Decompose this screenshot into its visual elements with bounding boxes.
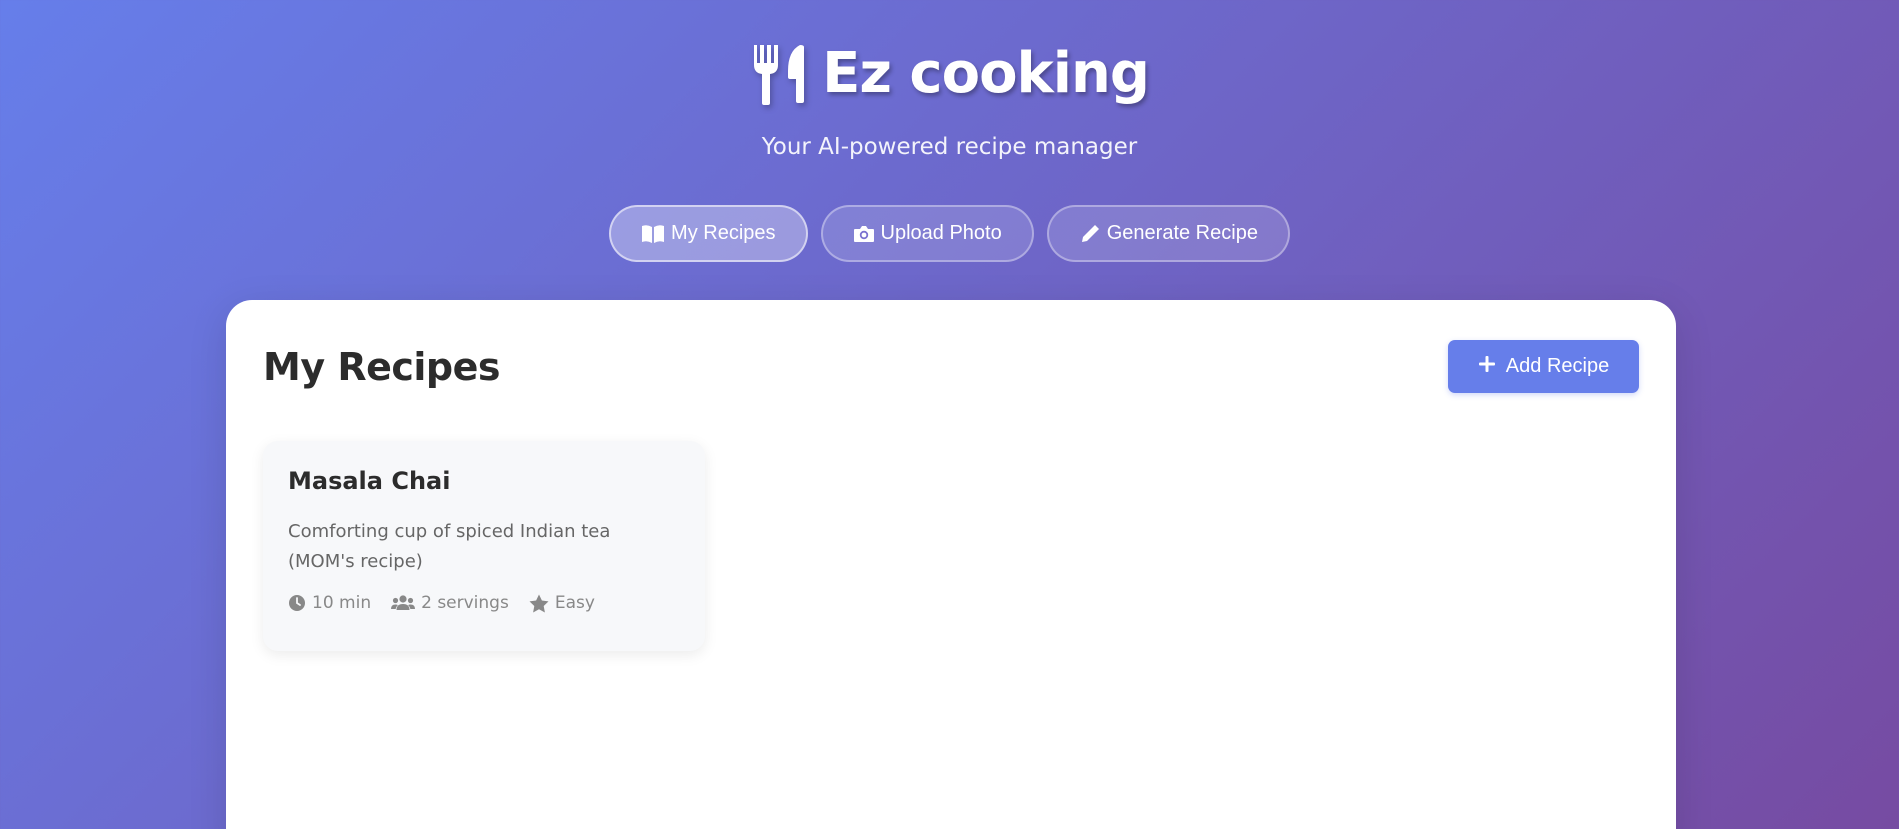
clock-icon [288,594,306,612]
recipe-meta: 10 min 2 servings Easy [288,593,680,613]
nav-upload-photo-label: Upload Photo [880,222,1002,244]
app-title-group: Ez cooking [0,34,1899,114]
plus-icon [1478,355,1496,379]
app-title: Ez cooking [822,41,1150,106]
app-tagline: Your AI-powered recipe manager [761,134,1138,160]
main-nav: My Recipes Upload Photo Generate Recipe [0,205,1899,262]
nav-generate-recipe-label: Generate Recipe [1106,222,1258,244]
recipe-servings-value: 2 servings [421,593,509,613]
add-recipe-button[interactable]: Add Recipe [1448,340,1639,393]
recipe-time: 10 min [288,593,371,613]
recipe-time-value: 10 min [312,593,372,613]
app-header: Ez cooking Your AI-powered recipe manage… [0,0,1899,300]
nav-my-recipes-label: My Recipes [671,222,776,244]
book-open-icon [641,224,665,244]
recipe-servings: 2 servings [391,593,509,613]
star-icon [529,594,549,613]
nav-generate-recipe-button[interactable]: Generate Recipe [1046,205,1290,262]
recipes-panel: My Recipes Add Recipe Masala Chai Comfor… [226,300,1676,829]
camera-icon [853,224,875,244]
users-icon [391,594,416,612]
recipe-card[interactable]: Masala Chai Comforting cup of spiced Ind… [263,441,705,651]
pen-icon [1079,223,1101,245]
nav-my-recipes-button[interactable]: My Recipes [609,205,808,262]
panel-header: My Recipes Add Recipe [263,340,1639,393]
add-recipe-label: Add Recipe [1505,355,1610,377]
recipe-difficulty: Easy [529,593,595,613]
recipe-difficulty-value: Easy [554,593,595,613]
utensils-icon [750,43,808,105]
nav-upload-photo-button[interactable]: Upload Photo [820,205,1034,262]
recipe-description: Comforting cup of spiced Indian tea (MOM… [288,521,611,572]
page-title: My Recipes [263,344,501,389]
recipe-name: Masala Chai [288,467,451,495]
